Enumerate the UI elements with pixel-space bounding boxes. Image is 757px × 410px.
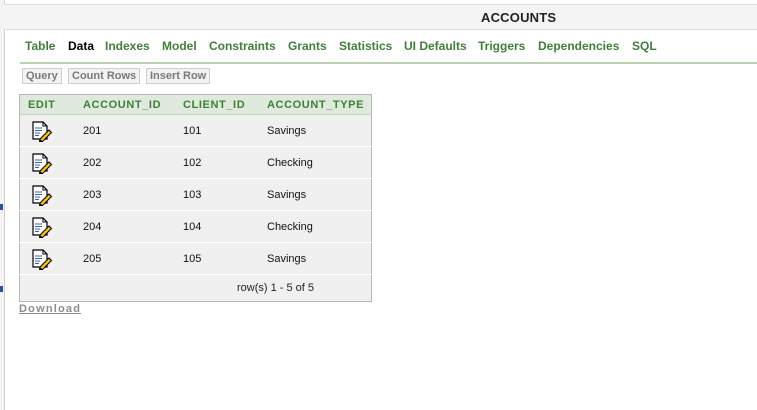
table-body: 201 101 Savings 202 102 Checking 203 103… xyxy=(19,114,372,302)
edit-icon[interactable] xyxy=(30,248,52,270)
tab-sql[interactable]: SQL xyxy=(632,39,657,53)
tab-ui-defaults[interactable]: UI Defaults xyxy=(404,39,467,53)
tab-statistics[interactable]: Statistics xyxy=(339,39,392,53)
account-type-cell: Savings xyxy=(259,242,372,275)
account-type-cell: Checking xyxy=(259,210,372,243)
table-row: 203 103 Savings xyxy=(19,178,372,211)
tab-bar: Table Data Indexes Model Constraints Gra… xyxy=(20,36,757,64)
client-id-cell: 102 xyxy=(175,146,259,179)
insert-row-button[interactable]: Insert Row xyxy=(146,68,211,84)
edit-cell xyxy=(19,114,75,147)
account-type-cell: Savings xyxy=(259,114,372,147)
table-row: 204 104 Checking xyxy=(19,210,372,243)
account-id-cell: 201 xyxy=(75,114,175,147)
client-id-cell: 103 xyxy=(175,178,259,211)
tab-indexes[interactable]: Indexes xyxy=(105,39,150,53)
title-bar: ACCOUNTS xyxy=(4,4,757,30)
query-button[interactable]: Query xyxy=(22,68,62,84)
page: ACCOUNTS Table Data Indexes Model Constr… xyxy=(0,0,757,410)
column-header-edit: EDIT xyxy=(19,94,75,115)
account-type-cell: Savings xyxy=(259,178,372,211)
edit-icon[interactable] xyxy=(30,152,52,174)
account-id-cell: 205 xyxy=(75,242,175,275)
table-row: 205 105 Savings xyxy=(19,242,372,275)
edit-cell xyxy=(19,178,75,211)
count-rows-button[interactable]: Count Rows xyxy=(68,68,141,84)
table-header-row: EDIT ACCOUNT_ID CLIENT_ID ACCOUNT_TYPE xyxy=(19,94,372,115)
account-id-cell: 202 xyxy=(75,146,175,179)
column-header-account-id[interactable]: ACCOUNT_ID xyxy=(75,94,175,115)
page-title: ACCOUNTS xyxy=(481,10,557,25)
data-table: EDIT ACCOUNT_ID CLIENT_ID ACCOUNT_TYPE 2… xyxy=(19,94,372,302)
tab-dependencies[interactable]: Dependencies xyxy=(538,39,619,53)
account-id-cell: 203 xyxy=(75,178,175,211)
client-id-cell: 101 xyxy=(175,114,259,147)
tab-data[interactable]: Data xyxy=(68,39,94,53)
table-footer-row: row(s) 1 - 5 of 5 xyxy=(20,275,372,302)
edit-cell xyxy=(19,242,75,275)
account-id-cell: 204 xyxy=(75,210,175,243)
column-header-client-id[interactable]: CLIENT_ID xyxy=(175,94,259,115)
left-edge-marker xyxy=(0,286,3,292)
edit-icon[interactable] xyxy=(30,184,52,206)
table-row: 201 101 Savings xyxy=(19,114,372,147)
edit-cell xyxy=(19,210,75,243)
left-edge-marker xyxy=(0,204,3,210)
client-id-cell: 105 xyxy=(175,242,259,275)
edit-cell xyxy=(19,146,75,179)
table-row: 202 102 Checking xyxy=(19,146,372,179)
column-header-account-type[interactable]: ACCOUNT_TYPE xyxy=(259,94,372,115)
download-link[interactable]: Download xyxy=(19,303,81,315)
tab-triggers[interactable]: Triggers xyxy=(478,39,525,53)
tab-constraints[interactable]: Constraints xyxy=(209,39,276,53)
account-type-cell: Checking xyxy=(259,146,372,179)
client-id-cell: 104 xyxy=(175,210,259,243)
tab-table[interactable]: Table xyxy=(25,39,55,53)
edit-icon[interactable] xyxy=(30,120,52,142)
row-count-text: row(s) 1 - 5 of 5 xyxy=(237,282,315,294)
edit-icon[interactable] xyxy=(30,216,52,238)
tab-grants[interactable]: Grants xyxy=(288,39,327,53)
tab-model[interactable]: Model xyxy=(162,39,197,53)
